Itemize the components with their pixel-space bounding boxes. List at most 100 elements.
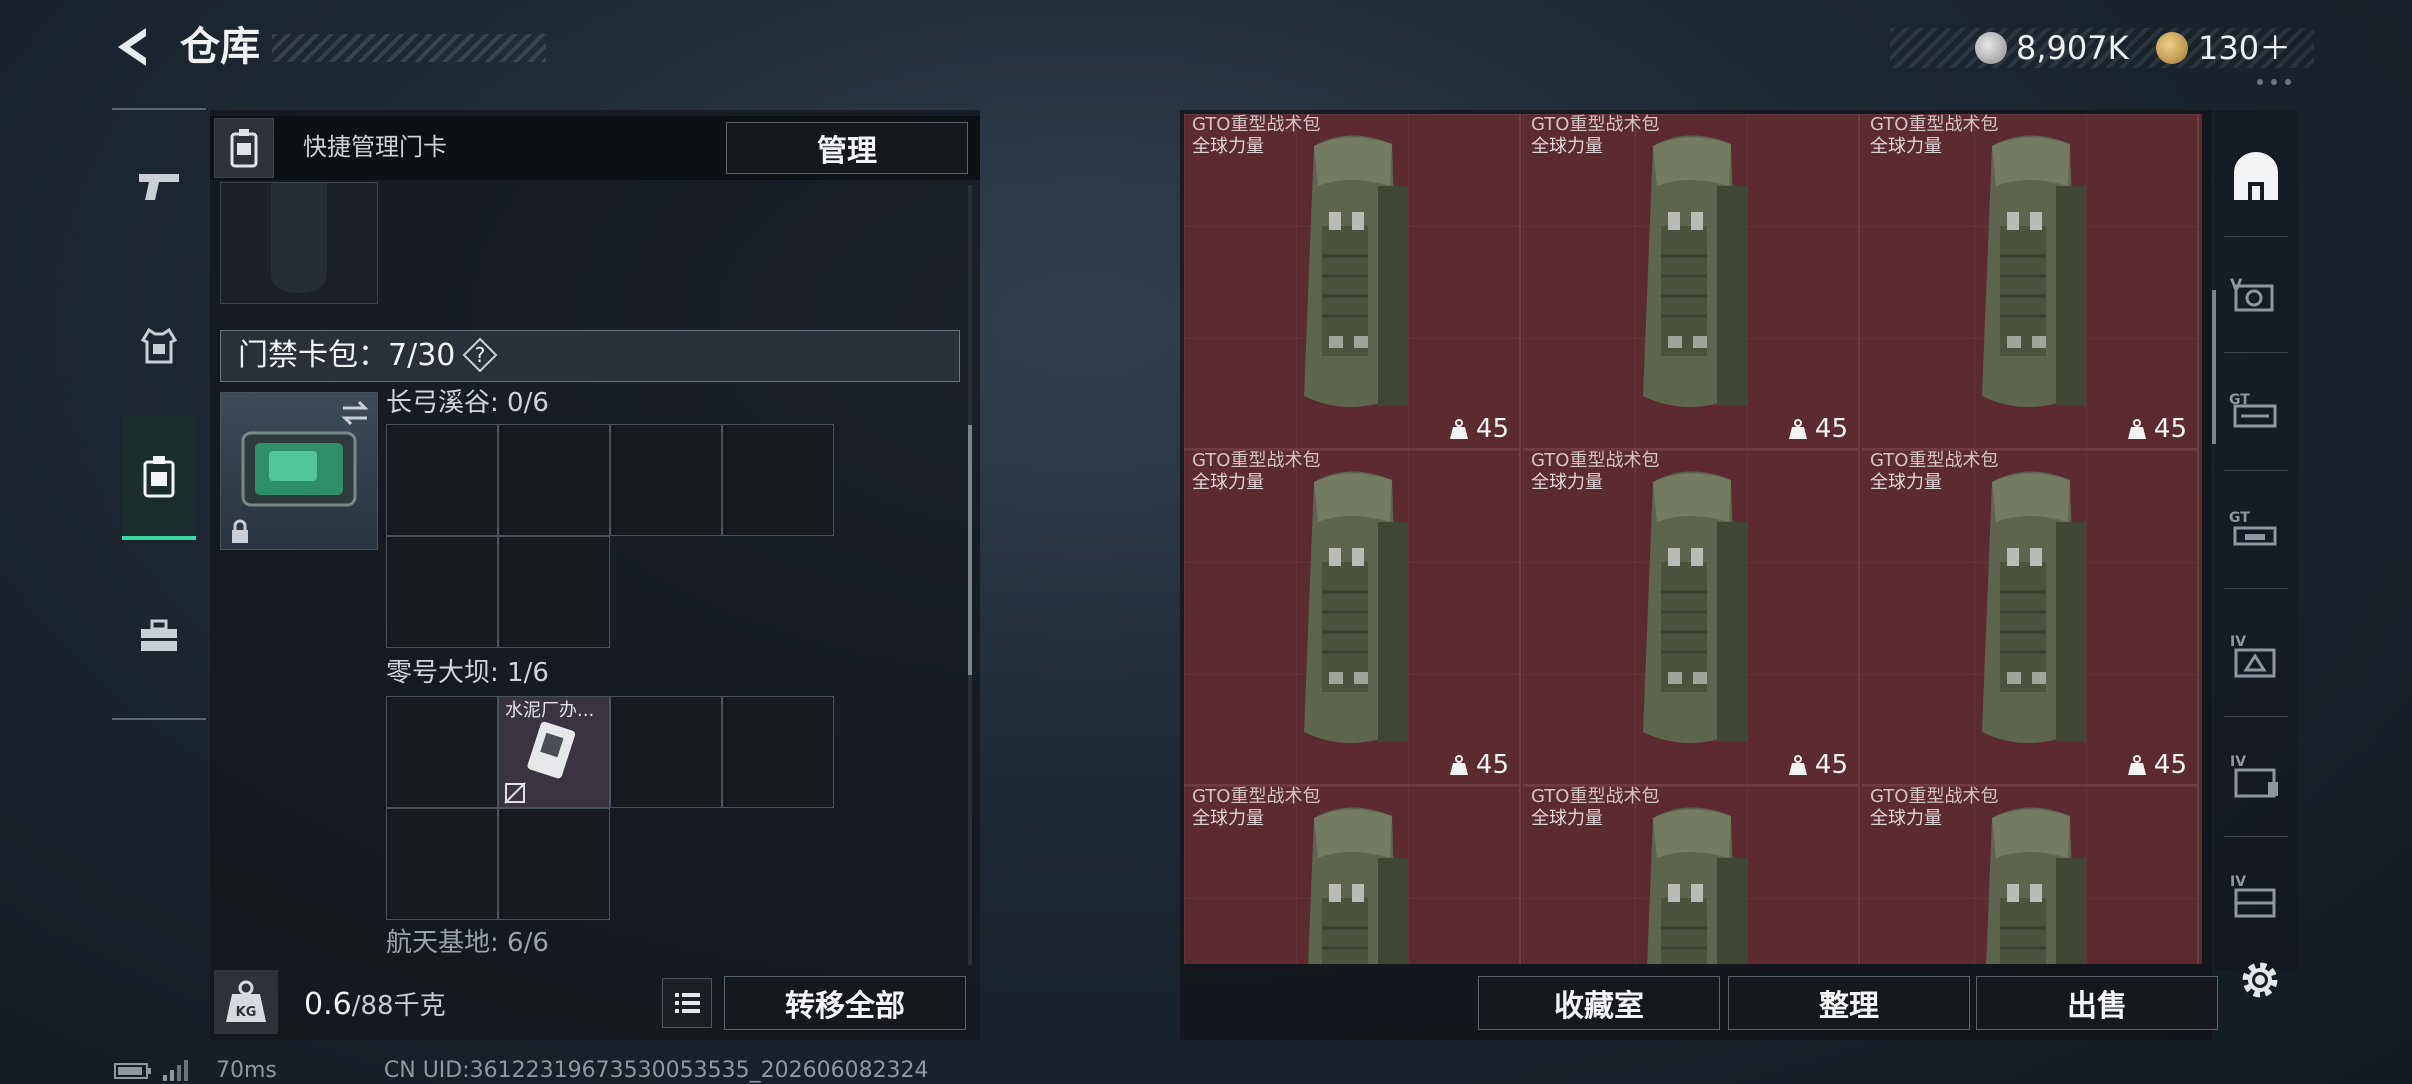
tools-tab[interactable] [122, 576, 196, 696]
item-cell[interactable]: GTO重型战术包 全球力量 [1523, 786, 1860, 964]
item-subtitle: 全球力量 [1531, 808, 1603, 829]
item-count: 45 [1448, 748, 1509, 782]
item-name: GTO重型战术包 [1192, 114, 1321, 135]
gear-icon [2242, 962, 2278, 998]
tab-separator [2224, 588, 2288, 589]
weapons-tab[interactable] [122, 126, 196, 246]
svg-text:IV: IV [2230, 754, 2246, 770]
backpack-image [1643, 135, 1747, 407]
item-cell[interactable]: GTO重型战术包 全球力量 45 [1523, 114, 1860, 450]
item-count: 45 [1787, 412, 1848, 446]
keycard-slot[interactable] [722, 424, 834, 536]
gt-tab-2[interactable]: GT [2218, 490, 2294, 570]
silver-coin-icon [1975, 32, 2007, 64]
help-icon[interactable]: ? [462, 337, 498, 373]
keycard-icon [230, 129, 258, 168]
iv-tab-3[interactable]: IV [2218, 856, 2294, 936]
item-count: 45 [2126, 412, 2187, 446]
keycard-slot[interactable] [722, 696, 834, 808]
swap-icon[interactable] [339, 399, 371, 427]
item-subtitle: 全球力量 [1192, 808, 1264, 829]
left-nav [112, 108, 206, 720]
item-count-value: 45 [1814, 414, 1848, 444]
item-grid: GTO重型战术包 全球力量 45 GTO重型战术包 全球力量 45 GTO重型战术包 全球力量… [1184, 114, 2202, 964]
tab-separator [2224, 236, 2288, 237]
tab-separator [2224, 716, 2288, 717]
keycard-slot[interactable] [386, 424, 498, 536]
item-cell[interactable]: GTO重型战术包 全球力量 45 [1184, 114, 1521, 450]
svg-text:IV: IV [2230, 634, 2246, 650]
item-cell[interactable]: GTO重型战术包 全球力量 45 [1862, 114, 2199, 450]
help-glyph: ? [475, 343, 486, 367]
item-name: GTO重型战术包 [1870, 786, 1999, 807]
keycard-tab[interactable] [122, 416, 196, 540]
weight-icon-box: KG [214, 970, 278, 1034]
list-view-button[interactable] [662, 978, 712, 1028]
item-cell[interactable]: GTO重型战术包 全球力量 45 [1523, 450, 1860, 786]
signal-icon [163, 1060, 188, 1081]
keycard-slot[interactable] [386, 808, 498, 920]
back-button[interactable] [110, 22, 160, 72]
zone-label-aerospace: 航天基地: 6/6 [386, 928, 549, 958]
keycard-image [527, 721, 576, 779]
backpack-slot[interactable] [220, 182, 378, 304]
item-subtitle: 全球力量 [1192, 472, 1264, 493]
no-trade-icon [504, 782, 526, 804]
settings-button[interactable] [2234, 954, 2286, 1006]
sell-button[interactable]: 出售 [1976, 976, 2218, 1030]
svg-text:IV: IV [2230, 874, 2246, 890]
home-icon [2234, 152, 2278, 200]
page-title: 仓库 [180, 24, 260, 70]
gt-vault-icon: GT [2229, 392, 2277, 428]
lock-icon [232, 519, 248, 543]
tabs-scrollbar[interactable] [2212, 290, 2216, 444]
gt-tab-1[interactable]: GT [2218, 372, 2294, 452]
battery-icon [114, 1063, 151, 1079]
item-subtitle: 全球力量 [1870, 472, 1942, 493]
equipment-tab[interactable] [122, 286, 196, 406]
keycard-slot[interactable] [610, 696, 722, 808]
item-cell[interactable]: GTO重型战术包 全球力量 45 [1184, 450, 1521, 786]
item-cell[interactable]: GTO重型战术包 全球力量 [1862, 786, 2199, 964]
keycard-slot[interactable] [386, 696, 498, 808]
item-subtitle: 全球力量 [1531, 472, 1603, 493]
weight-icon [1788, 419, 1807, 439]
backpack-image [1982, 135, 2086, 407]
toolbox-icon [141, 619, 177, 651]
window-controls-icon [2254, 74, 2294, 90]
weight-max: /88千克 [351, 991, 446, 1021]
weight-icon [1788, 755, 1807, 775]
manage-button[interactable]: 管理 [726, 122, 968, 174]
iv-tab-2[interactable]: IV [2218, 736, 2294, 816]
armor-icon [140, 327, 178, 364]
arrange-button[interactable]: 整理 [1728, 976, 1970, 1030]
item-cell[interactable]: GTO重型战术包 全球力量 45 [1862, 450, 2199, 786]
item-count-value: 45 [2153, 414, 2187, 444]
title-decoration [272, 34, 546, 62]
keycard-slot[interactable] [386, 536, 498, 648]
gold-currency-value[interactable]: 130＋ [2198, 26, 2291, 70]
keycard-slot[interactable] [498, 808, 610, 920]
backpack-image [1982, 471, 2086, 743]
scrollbar-thumb[interactable] [968, 425, 972, 675]
weight-icon [1449, 419, 1468, 439]
transfer-all-button[interactable]: 转移全部 [724, 976, 966, 1030]
item-count-value: 45 [1475, 750, 1509, 780]
v-tab[interactable]: V [2218, 256, 2294, 336]
iv-vault-icon: IV [2230, 634, 2276, 678]
item-name: GTO重型战术包 [1870, 114, 1999, 135]
keycard-bag-item[interactable] [220, 392, 378, 550]
item-cell[interactable]: GTO重型战术包 全球力量 [1184, 786, 1521, 964]
keycard-slot[interactable] [498, 424, 610, 536]
home-tab[interactable] [2218, 138, 2294, 218]
keycard-item-name: 水泥厂办... [505, 700, 595, 721]
keycard-slot[interactable] [610, 424, 722, 536]
backpack-image [1304, 135, 1408, 407]
item-name: GTO重型战术包 [1531, 114, 1660, 135]
keycard-slot-filled[interactable]: 水泥厂办... [498, 696, 610, 808]
keycard-slot[interactable] [498, 536, 610, 648]
iv-tab-1[interactable]: IV [2218, 616, 2294, 696]
svg-text:KG: KG [236, 1005, 257, 1020]
item-count: 45 [1448, 412, 1509, 446]
collection-room-button[interactable]: 收藏室 [1478, 976, 1720, 1030]
